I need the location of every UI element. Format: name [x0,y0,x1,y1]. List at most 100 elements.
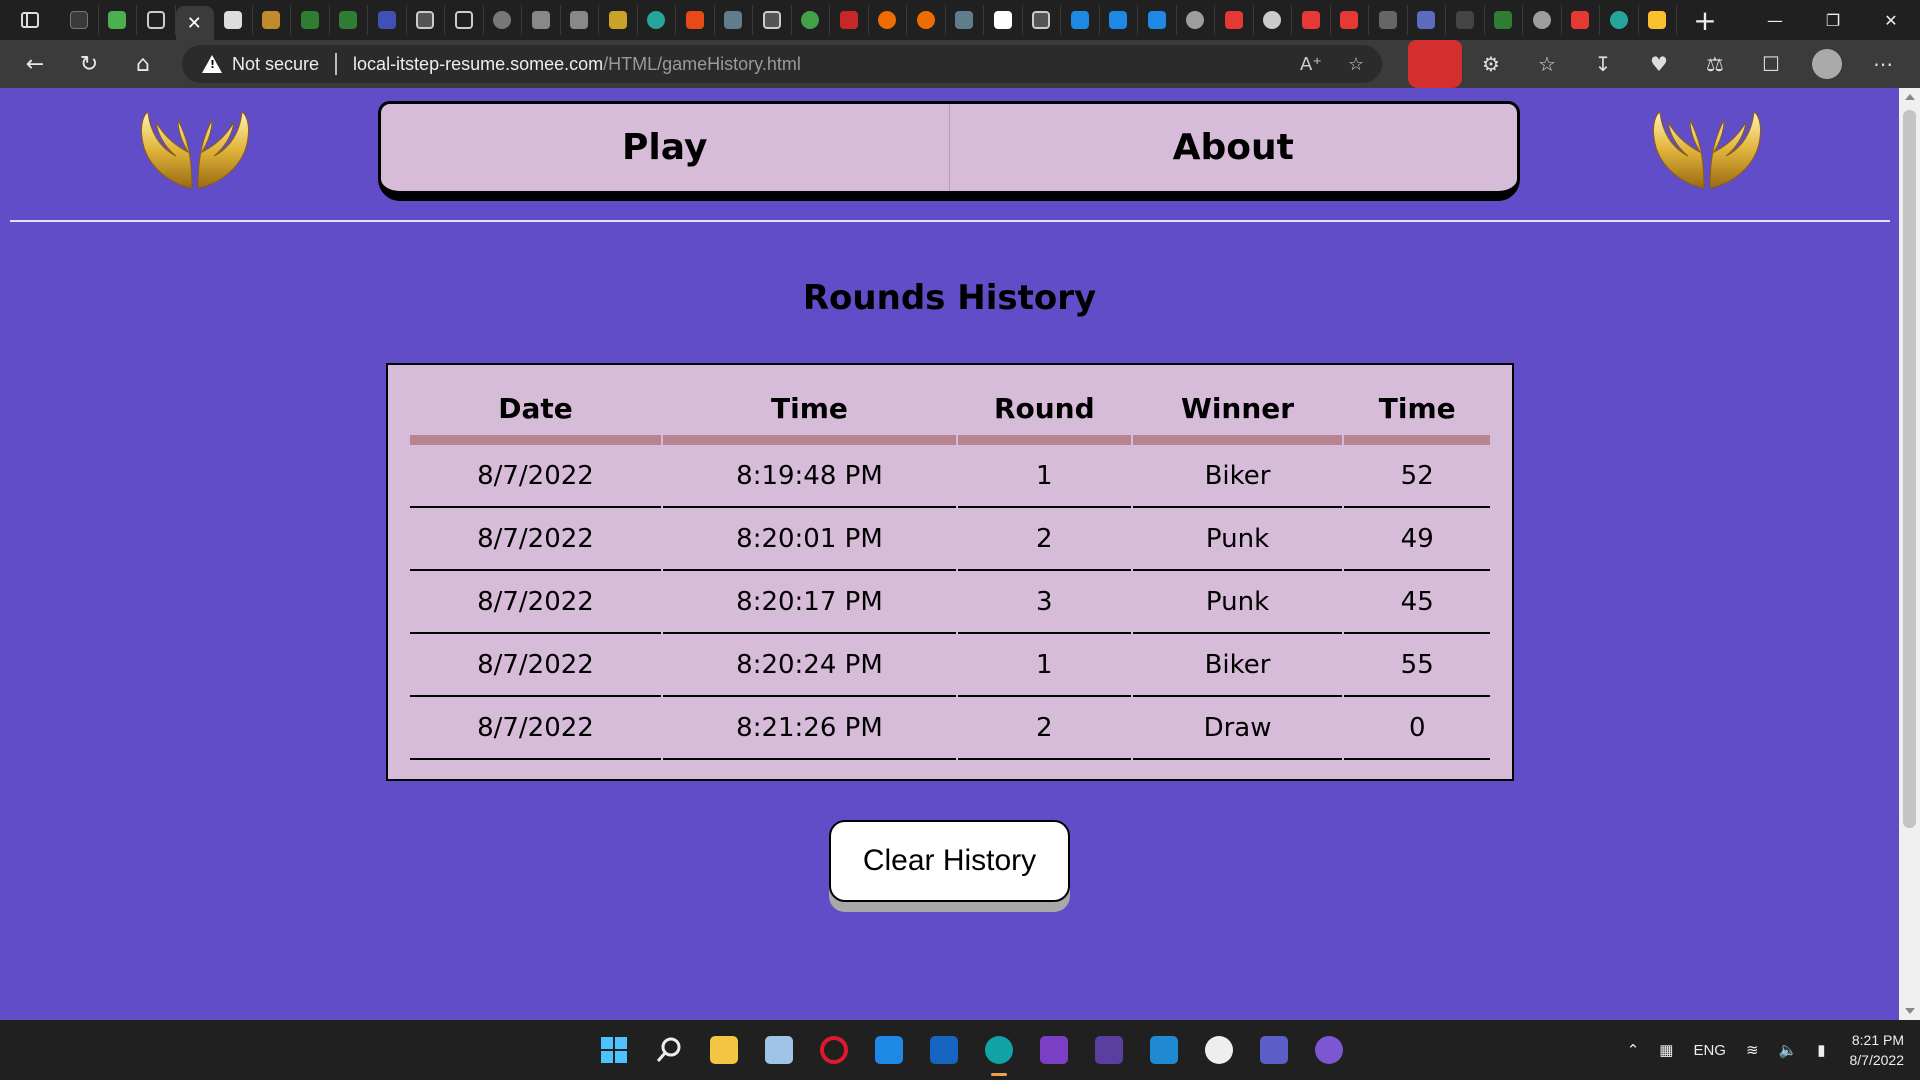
visual-studio-button[interactable] [1026,1020,1081,1080]
new-tab-button[interactable]: + [1683,0,1727,40]
g-icon [1186,11,1205,29]
tab[interactable] [484,5,522,35]
tab[interactable] [753,5,792,35]
codepen-icon [416,11,435,29]
visual-studio-preview-button[interactable] [1081,1020,1136,1080]
tab-active[interactable]: ✕ [175,6,214,40]
table-row: 8/7/2022 8:20:24 PM 1 Biker 55 [410,634,1490,697]
chevron-up-icon[interactable]: ⌃ [1627,1041,1640,1059]
code-editor-button[interactable] [916,1020,971,1080]
tab[interactable] [1446,5,1485,35]
clock[interactable]: 8:21 PM 8/7/2022 [1850,1030,1905,1070]
tab[interactable] [907,5,946,35]
tab[interactable] [1138,5,1177,35]
nav-about-link[interactable]: About [948,104,1518,191]
tab-actions-button[interactable] [0,0,60,40]
wifi-icon[interactable]: ≋ [1746,1041,1759,1059]
restore-icon[interactable]: ❐ [1804,0,1862,40]
tab[interactable] [1408,5,1446,35]
file-explorer-button[interactable] [696,1020,751,1080]
teams-button[interactable] [1246,1020,1301,1080]
page-scrollbar[interactable] [1899,88,1920,1020]
tab[interactable] [676,5,715,35]
scrollbar-thumb[interactable] [1903,110,1916,828]
tab[interactable] [99,5,137,35]
extension-badge-icon[interactable] [1408,40,1462,88]
volume-icon[interactable]: 🔈 [1779,1041,1798,1059]
viber-button[interactable] [1301,1020,1356,1080]
tab[interactable] [1254,5,1292,35]
tab[interactable] [599,5,638,35]
tab[interactable] [253,5,291,35]
column-header-time: Time [662,381,956,445]
profile-avatar[interactable] [1812,49,1842,79]
mail-button[interactable] [861,1020,916,1080]
github-desktop-button[interactable] [1191,1020,1246,1080]
tab[interactable] [1100,5,1138,35]
youtube-icon [1301,11,1320,29]
home-icon[interactable]: ⌂ [116,40,170,88]
extensions-icon[interactable]: ⚙ [1464,40,1518,88]
battery-icon[interactable]: ▮ [1817,1041,1825,1059]
tab[interactable] [1331,5,1369,35]
tab[interactable] [60,5,99,35]
clear-history-button[interactable]: Clear History [829,820,1070,902]
tab[interactable] [1639,5,1677,35]
tab[interactable] [1523,5,1562,35]
tab[interactable] [792,5,830,35]
add-favorite-icon[interactable]: ☆ [1348,54,1364,75]
tab[interactable] [445,5,484,35]
opera-icon [819,1036,848,1064]
tab[interactable] [214,5,253,35]
favorites-icon[interactable]: ☆ [1520,40,1574,88]
tab[interactable] [984,5,1023,35]
tab[interactable] [1215,5,1254,35]
tab[interactable] [1562,5,1600,35]
tab[interactable] [830,5,869,35]
minimize-icon[interactable]: — [1746,0,1804,40]
tab[interactable] [291,5,330,35]
read-aloud-icon[interactable]: A⁺ [1300,54,1322,75]
address-bar[interactable]: Not secure local-itstep-resume.somee.com… [182,45,1382,83]
tab[interactable] [1292,5,1331,35]
tab[interactable] [1369,5,1408,35]
tab[interactable] [330,5,368,35]
refresh-icon[interactable]: ↻ [62,40,116,88]
search-button[interactable] [641,1020,696,1080]
downloads-icon[interactable]: ↧ [1576,40,1630,88]
tab[interactable] [869,5,907,35]
opera-button[interactable] [806,1020,861,1080]
back-icon[interactable]: ← [8,40,62,88]
nav-play-link[interactable]: Play [381,104,949,191]
photos-button[interactable] [751,1020,806,1080]
collections-icon[interactable]: ☐ [1744,40,1798,88]
device-icon[interactable]: ▦ [1659,1041,1673,1059]
close-window-icon[interactable]: ✕ [1862,0,1920,40]
tab[interactable] [1023,5,1061,35]
edge-button[interactable] [971,1020,1026,1080]
vscode-button[interactable] [1136,1020,1191,1080]
performance-icon[interactable]: ♥ [1632,40,1686,88]
language-indicator[interactable]: ENG [1693,1042,1726,1059]
close-tab-icon[interactable]: ✕ [187,13,202,34]
tab[interactable] [522,5,561,35]
tab[interactable] [946,5,984,35]
tab[interactable] [137,5,176,35]
tab[interactable] [638,5,676,35]
url-text[interactable]: local-itstep-resume.somee.com/HTML/gameH… [353,54,801,75]
tab[interactable] [1600,5,1639,35]
tab[interactable] [1061,5,1100,35]
cell-date: 8/7/2022 [410,571,661,634]
tab[interactable] [715,5,753,35]
scroll-up-icon[interactable] [1905,94,1915,100]
tab[interactable] [1485,5,1523,35]
tab[interactable] [407,5,445,35]
scroll-down-icon[interactable] [1905,1008,1915,1014]
browser-essentials-icon[interactable]: ⚖ [1688,40,1742,88]
security-label[interactable]: Not secure [232,54,319,75]
tab[interactable] [561,5,599,35]
tab[interactable] [1177,5,1215,35]
more-menu-icon[interactable]: ⋯ [1856,40,1910,88]
start-button[interactable] [586,1020,641,1080]
tab[interactable] [368,5,407,35]
